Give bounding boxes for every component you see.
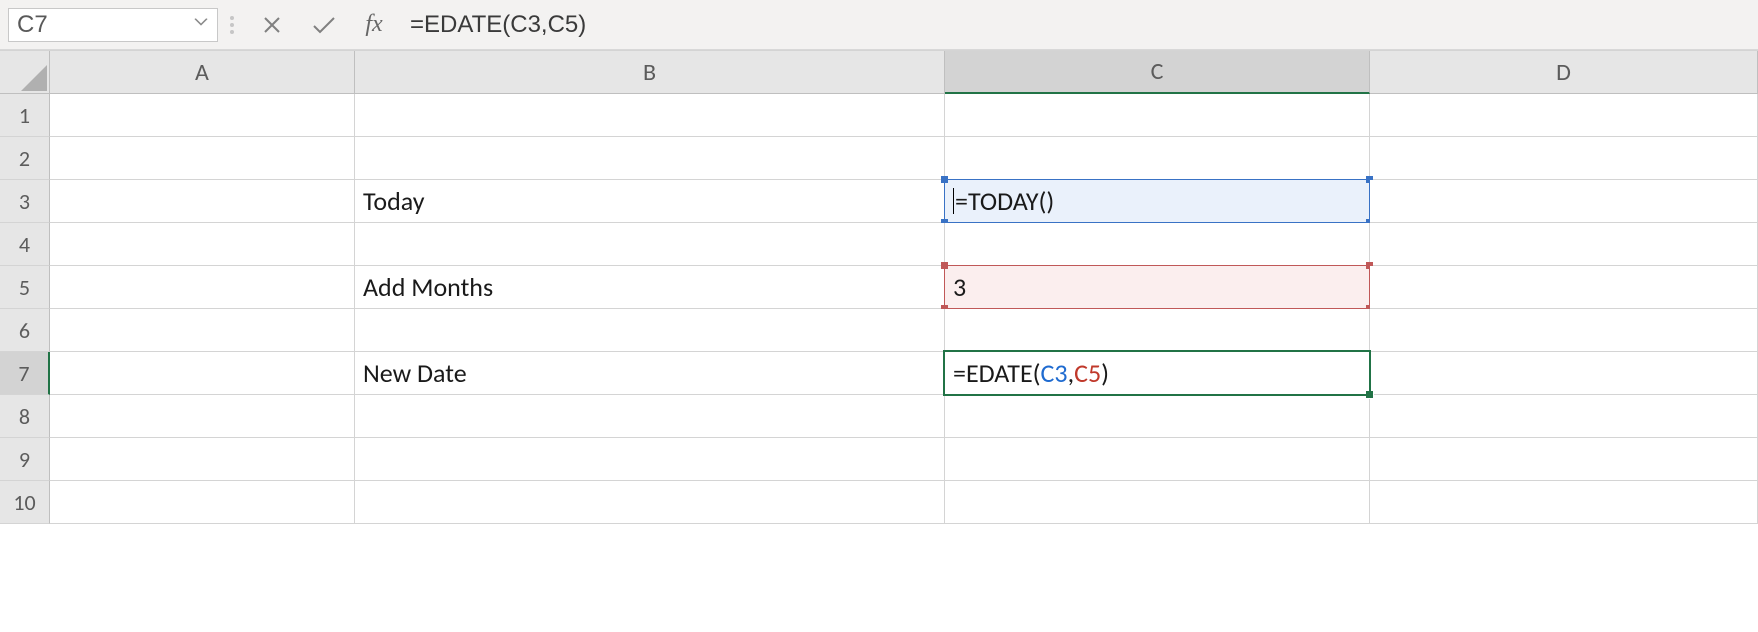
enter-button[interactable] bbox=[298, 8, 350, 42]
cell-a1[interactable] bbox=[50, 94, 355, 137]
formula-input[interactable] bbox=[398, 8, 1758, 42]
name-box-container bbox=[8, 8, 218, 42]
cell-d5[interactable] bbox=[1370, 266, 1758, 309]
cell-a2[interactable] bbox=[50, 137, 355, 180]
cell-b5[interactable]: Add Months bbox=[355, 266, 945, 309]
cell-d8[interactable] bbox=[1370, 395, 1758, 438]
cell-a10[interactable] bbox=[50, 481, 355, 524]
cell-b3[interactable]: Today bbox=[355, 180, 945, 223]
insert-function-button[interactable]: fx bbox=[350, 11, 398, 38]
cell-d7[interactable] bbox=[1370, 352, 1758, 395]
cell-d9[interactable] bbox=[1370, 438, 1758, 481]
row-header-8[interactable]: 8 bbox=[0, 395, 50, 438]
cell-b6[interactable] bbox=[355, 309, 945, 352]
cell-c4[interactable] bbox=[945, 223, 1370, 266]
cell-c7[interactable]: =EDATE(C3,C5) bbox=[945, 352, 1370, 395]
row-header-3[interactable]: 3 bbox=[0, 180, 50, 223]
row-header-2[interactable]: 2 bbox=[0, 137, 50, 180]
formula-bar-separator bbox=[218, 8, 246, 42]
column-header-b[interactable]: B bbox=[355, 51, 945, 94]
row-header-10[interactable]: 10 bbox=[0, 481, 50, 524]
cell-d10[interactable] bbox=[1370, 481, 1758, 524]
cell-d2[interactable] bbox=[1370, 137, 1758, 180]
cell-b1[interactable] bbox=[355, 94, 945, 137]
cell-d3[interactable] bbox=[1370, 180, 1758, 223]
cell-d6[interactable] bbox=[1370, 309, 1758, 352]
cell-b7[interactable]: New Date bbox=[355, 352, 945, 395]
column-header-d[interactable]: D bbox=[1370, 51, 1758, 94]
cancel-button[interactable] bbox=[246, 8, 298, 42]
cell-a4[interactable] bbox=[50, 223, 355, 266]
row-header-1[interactable]: 1 bbox=[0, 94, 50, 137]
row-header-6[interactable]: 6 bbox=[0, 309, 50, 352]
column-header-a[interactable]: A bbox=[50, 51, 355, 94]
cell-b10[interactable] bbox=[355, 481, 945, 524]
cell-c2[interactable] bbox=[945, 137, 1370, 180]
cell-c3[interactable]: =TODAY() bbox=[945, 180, 1370, 223]
cell-b2[interactable] bbox=[355, 137, 945, 180]
cell-c5[interactable]: 3 bbox=[945, 266, 1370, 309]
cell-a8[interactable] bbox=[50, 395, 355, 438]
column-header-c[interactable]: C bbox=[945, 51, 1370, 94]
cell-a3[interactable] bbox=[50, 180, 355, 223]
cell-b9[interactable] bbox=[355, 438, 945, 481]
cell-c6[interactable] bbox=[945, 309, 1370, 352]
cell-c7-formula: =EDATE(C3,C5) bbox=[953, 357, 1109, 389]
row-header-5[interactable]: 5 bbox=[0, 266, 50, 309]
cell-b4[interactable] bbox=[355, 223, 945, 266]
select-all-corner[interactable] bbox=[0, 51, 50, 94]
fill-handle[interactable] bbox=[1365, 390, 1374, 399]
cell-c5-value: 3 bbox=[953, 271, 966, 303]
row-header-4[interactable]: 4 bbox=[0, 223, 50, 266]
row-header-9[interactable]: 9 bbox=[0, 438, 50, 481]
name-box[interactable] bbox=[8, 8, 218, 42]
cell-c10[interactable] bbox=[945, 481, 1370, 524]
cell-b8[interactable] bbox=[355, 395, 945, 438]
row-header-7[interactable]: 7 bbox=[0, 352, 50, 395]
cell-d4[interactable] bbox=[1370, 223, 1758, 266]
cell-a9[interactable] bbox=[50, 438, 355, 481]
spreadsheet-grid: A B C D 1 2 3 Today =TODAY() 4 5 Add Mon… bbox=[0, 50, 1758, 524]
cell-c8[interactable] bbox=[945, 395, 1370, 438]
cell-a7[interactable] bbox=[50, 352, 355, 395]
cell-c9[interactable] bbox=[945, 438, 1370, 481]
cell-c1[interactable] bbox=[945, 94, 1370, 137]
cell-a6[interactable] bbox=[50, 309, 355, 352]
cell-c3-value: =TODAY() bbox=[955, 185, 1054, 217]
cell-d1[interactable] bbox=[1370, 94, 1758, 137]
formula-bar: fx bbox=[0, 0, 1758, 50]
cell-a5[interactable] bbox=[50, 266, 355, 309]
text-cursor-icon bbox=[953, 188, 954, 214]
